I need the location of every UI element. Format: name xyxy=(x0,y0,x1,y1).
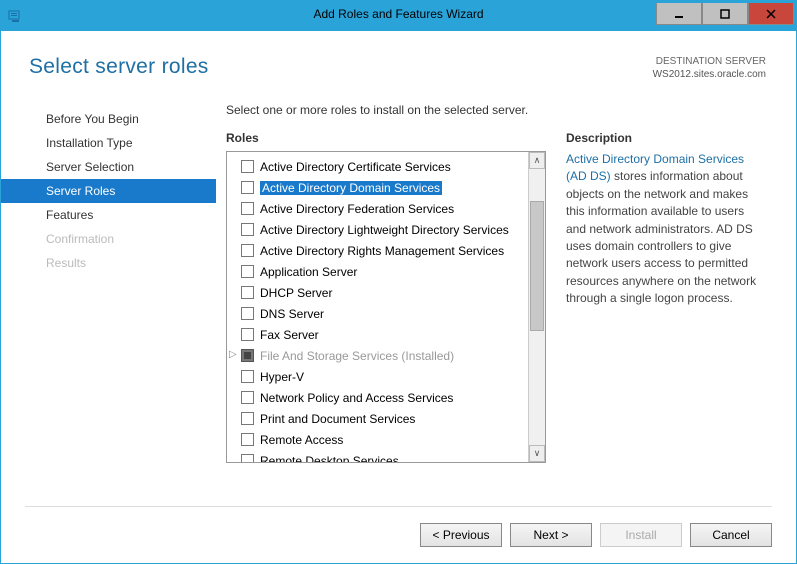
role-row[interactable]: Active Directory Domain Services xyxy=(227,177,528,198)
scroll-up-button[interactable]: ∧ xyxy=(529,152,545,169)
role-checkbox[interactable] xyxy=(241,265,254,278)
role-row[interactable]: Remote Desktop Services xyxy=(227,450,528,462)
cancel-button[interactable]: Cancel xyxy=(690,523,772,547)
role-row[interactable]: DNS Server xyxy=(227,303,528,324)
destination-server: WS2012.sites.oracle.com xyxy=(653,68,766,81)
previous-button[interactable]: < Previous xyxy=(420,523,502,547)
role-label: Active Directory Federation Services xyxy=(260,202,454,216)
scroll-track[interactable] xyxy=(529,169,545,445)
role-label: Print and Document Services xyxy=(260,412,415,426)
role-checkbox[interactable] xyxy=(241,391,254,404)
wizard-nav: Before You BeginInstallation TypeServer … xyxy=(1,95,216,506)
page-title: Select server roles xyxy=(29,55,209,81)
next-button[interactable]: Next > xyxy=(510,523,592,547)
roles-column: Roles Active Directory Certificate Servi… xyxy=(226,131,546,506)
nav-step-6: Results xyxy=(1,251,216,275)
role-row[interactable]: Active Directory Rights Management Servi… xyxy=(227,240,528,261)
close-button[interactable] xyxy=(748,3,794,25)
role-label: Remote Desktop Services xyxy=(260,454,399,463)
role-checkbox[interactable] xyxy=(241,412,254,425)
expander-icon[interactable]: ▷ xyxy=(229,349,237,360)
description-body: stores information about objects on the … xyxy=(566,169,756,305)
wizard-window: Add Roles and Features Wizard Select ser… xyxy=(0,0,797,564)
role-label: Active Directory Domain Services xyxy=(260,181,442,195)
nav-step-4[interactable]: Features xyxy=(1,203,216,227)
nav-step-0[interactable]: Before You Begin xyxy=(1,107,216,131)
role-checkbox[interactable] xyxy=(241,454,254,462)
window-buttons xyxy=(656,3,796,25)
install-button[interactable]: Install xyxy=(600,523,682,547)
role-checkbox[interactable] xyxy=(241,349,254,362)
description-heading: Description xyxy=(566,131,766,145)
role-checkbox[interactable] xyxy=(241,286,254,299)
roles-heading: Roles xyxy=(226,131,546,145)
header: Select server roles DESTINATION SERVER W… xyxy=(1,31,796,95)
scroll-down-button[interactable]: ∨ xyxy=(529,445,545,462)
role-checkbox[interactable] xyxy=(241,160,254,173)
nav-step-1[interactable]: Installation Type xyxy=(1,131,216,155)
instruction-text: Select one or more roles to install on t… xyxy=(226,103,766,117)
role-row[interactable]: ▷ File And Storage Services (Installed) xyxy=(227,345,528,366)
role-checkbox[interactable] xyxy=(241,307,254,320)
role-label: Active Directory Rights Management Servi… xyxy=(260,244,504,258)
titlebar[interactable]: Add Roles and Features Wizard xyxy=(1,1,796,31)
role-label: File And Storage Services (Installed) xyxy=(260,349,454,363)
description-text: Active Directory Domain Services (AD DS)… xyxy=(566,151,766,308)
role-checkbox[interactable] xyxy=(241,202,254,215)
role-row[interactable]: Active Directory Certificate Services xyxy=(227,156,528,177)
role-label: DNS Server xyxy=(260,307,324,321)
role-checkbox[interactable] xyxy=(241,223,254,236)
role-row[interactable]: Print and Document Services xyxy=(227,408,528,429)
role-row[interactable]: Application Server xyxy=(227,261,528,282)
role-row[interactable]: Remote Access xyxy=(227,429,528,450)
role-row[interactable]: DHCP Server xyxy=(227,282,528,303)
role-checkbox[interactable] xyxy=(241,244,254,257)
body: Before You BeginInstallation TypeServer … xyxy=(1,95,796,506)
app-icon xyxy=(7,8,23,24)
role-row[interactable]: Fax Server xyxy=(227,324,528,345)
role-checkbox[interactable] xyxy=(241,433,254,446)
role-checkbox[interactable] xyxy=(241,181,254,194)
roles-listbox[interactable]: Active Directory Certificate Services Act… xyxy=(226,151,546,463)
role-label: Active Directory Lightweight Directory S… xyxy=(260,223,509,237)
role-label: Fax Server xyxy=(260,328,319,342)
role-label: DHCP Server xyxy=(260,286,332,300)
role-label: Application Server xyxy=(260,265,357,279)
maximize-button[interactable] xyxy=(702,3,748,25)
role-row[interactable]: Active Directory Lightweight Directory S… xyxy=(227,219,528,240)
role-label: Network Policy and Access Services xyxy=(260,391,453,405)
main-pane: Select one or more roles to install on t… xyxy=(216,95,796,506)
role-checkbox[interactable] xyxy=(241,370,254,383)
role-label: Hyper-V xyxy=(260,370,304,384)
footer: < Previous Next > Install Cancel xyxy=(1,507,796,563)
role-checkbox[interactable] xyxy=(241,328,254,341)
scrollbar[interactable]: ∧ ∨ xyxy=(528,152,545,462)
role-label: Remote Access xyxy=(260,433,343,447)
scroll-thumb[interactable] xyxy=(530,201,544,331)
description-column: Description Active Directory Domain Serv… xyxy=(566,131,766,506)
destination-label: DESTINATION SERVER xyxy=(653,55,766,68)
nav-step-2[interactable]: Server Selection xyxy=(1,155,216,179)
minimize-button[interactable] xyxy=(656,3,702,25)
role-row[interactable]: Hyper-V xyxy=(227,366,528,387)
destination-info: DESTINATION SERVER WS2012.sites.oracle.c… xyxy=(653,55,766,81)
nav-step-3[interactable]: Server Roles xyxy=(1,179,216,203)
role-row[interactable]: Active Directory Federation Services xyxy=(227,198,528,219)
role-label: Active Directory Certificate Services xyxy=(260,160,451,174)
role-row[interactable]: Network Policy and Access Services xyxy=(227,387,528,408)
nav-step-5: Confirmation xyxy=(1,227,216,251)
